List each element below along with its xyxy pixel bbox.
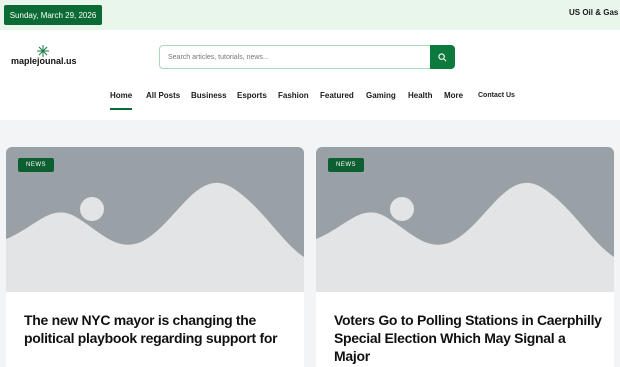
article-card[interactable]: NEWS Voters Go to Polling Stations in Ca… [316,147,614,367]
search-placeholder: Search articles, tutorials, news... [168,53,269,61]
header [0,30,620,120]
nav-active-indicator [110,108,132,110]
category-tag[interactable]: NEWS [328,158,364,172]
date-badge: Sunday, March 29, 2026 [4,5,102,25]
site-logo[interactable]: maplejounal.us [11,45,81,69]
article-title[interactable]: The new NYC mayor is changing the politi… [24,311,294,347]
search-input[interactable]: Search articles, tutorials, news... [159,45,431,69]
nav-home[interactable]: Home [110,91,132,100]
nav-business[interactable]: Business [191,91,227,100]
top-bar: Sunday, March 29, 2026 US Oil & Gas Sh [0,0,620,30]
nav-fashion[interactable]: Fashion [278,91,309,100]
article-card[interactable]: NEWS The new NYC mayor is changing the p… [6,147,304,367]
nav-health[interactable]: Health [408,91,432,100]
nav-gaming[interactable]: Gaming [366,91,396,100]
news-ticker[interactable]: US Oil & Gas Sh [569,8,620,17]
main-nav: Home All Posts Business Esports Fashion … [0,91,620,105]
nav-contact-us[interactable]: Contact Us [478,92,515,99]
logo-text: maplejounal.us [11,56,77,66]
nav-esports[interactable]: Esports [237,91,267,100]
search-button[interactable] [430,45,455,69]
nav-all-posts[interactable]: All Posts [146,91,180,100]
category-tag[interactable]: NEWS [18,158,54,172]
search-icon [438,52,447,61]
nav-featured[interactable]: Featured [320,91,354,100]
nav-more[interactable]: More [444,91,463,100]
article-title[interactable]: Voters Go to Polling Stations in Caerphi… [334,311,604,365]
